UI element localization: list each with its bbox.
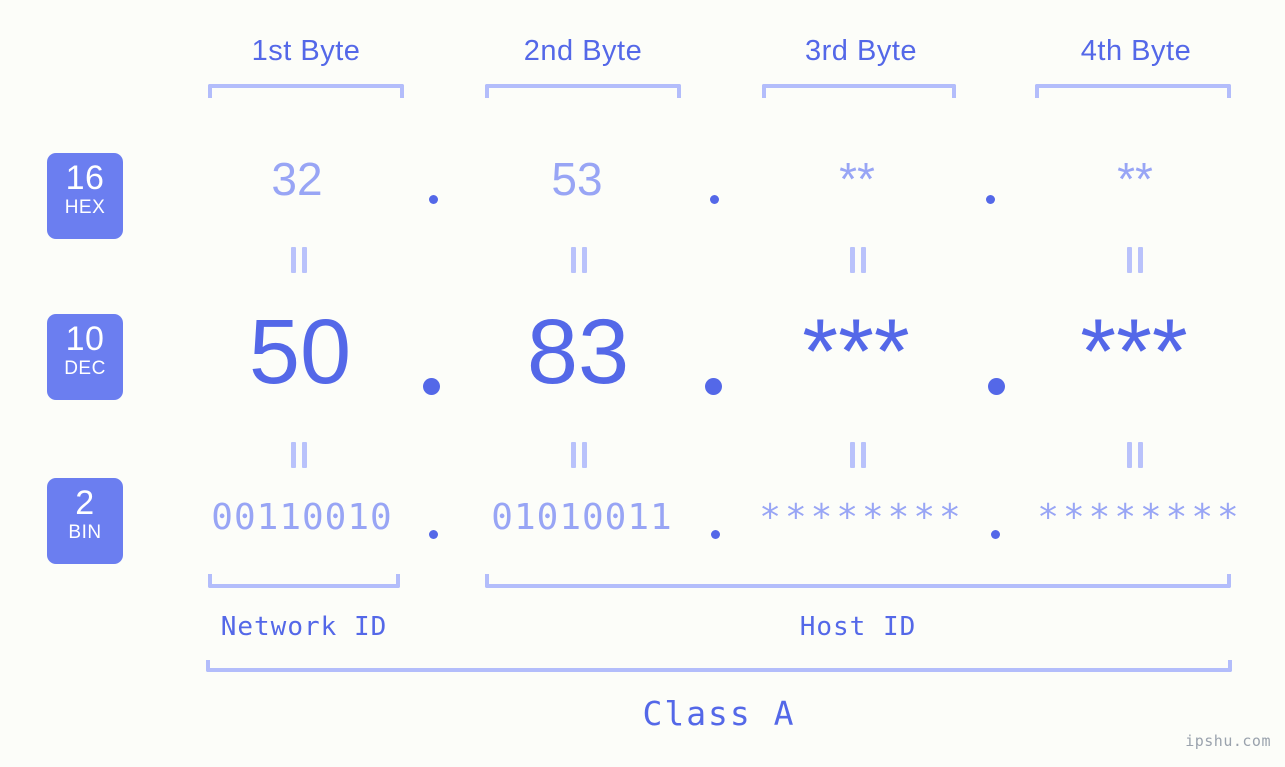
byte-header-4: 4th Byte xyxy=(1080,35,1192,67)
hex-separator-dot-1 xyxy=(429,195,438,204)
byte-header-2: 2nd Byte xyxy=(523,35,643,67)
radix-badge-dec-number: 10 xyxy=(65,320,105,358)
hex-byte-1-value: 32 xyxy=(271,153,323,205)
byte-bracket-3 xyxy=(762,84,956,98)
equals-sign-hex-dec-1 xyxy=(290,247,308,273)
site-watermark: ipshu.com xyxy=(1185,732,1271,750)
hex-byte-3-value: ** xyxy=(839,153,875,205)
equals-sign-dec-bin-2 xyxy=(570,442,588,468)
hex-byte-4-value: ** xyxy=(1117,153,1153,205)
dec-separator-dot-1 xyxy=(423,378,440,395)
radix-badge-hex-word: HEX xyxy=(64,197,106,218)
radix-badge-bin-word: BIN xyxy=(68,522,102,543)
hex-byte-2-value: 53 xyxy=(551,153,603,205)
network-id-label: Network ID xyxy=(220,612,388,642)
radix-badge-bin: 2 BIN xyxy=(47,478,123,564)
radix-badge-dec-word: DEC xyxy=(64,358,106,379)
bin-byte-4-value: ******** xyxy=(1037,497,1243,538)
equals-sign-hex-dec-4 xyxy=(1126,247,1144,273)
dec-byte-1-value: 50 xyxy=(248,301,352,403)
equals-sign-dec-bin-4 xyxy=(1126,442,1144,468)
radix-badge-hex: 16 HEX xyxy=(47,153,123,239)
hex-separator-dot-3 xyxy=(986,195,995,204)
byte-header-1: 1st Byte xyxy=(251,35,361,67)
bin-separator-dot-2 xyxy=(711,530,720,539)
equals-sign-dec-bin-1 xyxy=(290,442,308,468)
host-id-label: Host ID xyxy=(799,612,917,642)
host-id-bracket xyxy=(485,574,1231,588)
bin-byte-3-value: ******** xyxy=(759,497,965,538)
byte-header-3: 3rd Byte xyxy=(805,35,917,67)
dec-byte-2-value: 83 xyxy=(526,301,630,403)
dec-separator-dot-3 xyxy=(988,378,1005,395)
equals-sign-hex-dec-2 xyxy=(570,247,588,273)
radix-badge-bin-number: 2 xyxy=(75,484,95,522)
bin-separator-dot-3 xyxy=(991,530,1000,539)
byte-bracket-4 xyxy=(1035,84,1231,98)
hex-separator-dot-2 xyxy=(710,195,719,204)
equals-sign-hex-dec-3 xyxy=(849,247,867,273)
dec-separator-dot-2 xyxy=(705,378,722,395)
dec-byte-4-value: *** xyxy=(1080,301,1188,403)
radix-badge-hex-number: 16 xyxy=(65,159,105,197)
network-id-bracket xyxy=(208,574,400,588)
dec-byte-3-value: *** xyxy=(802,301,910,403)
ip-address-breakdown-diagram: 1st Byte 2nd Byte 3rd Byte 4th Byte 16 H… xyxy=(0,0,1285,767)
class-label: Class A xyxy=(642,694,796,733)
bin-byte-2-value: 01010011 xyxy=(491,497,673,538)
radix-badge-dec: 10 DEC xyxy=(47,314,123,400)
equals-sign-dec-bin-3 xyxy=(849,442,867,468)
bin-separator-dot-1 xyxy=(429,530,438,539)
byte-bracket-1 xyxy=(208,84,404,98)
bin-byte-1-value: 00110010 xyxy=(211,497,393,538)
byte-bracket-2 xyxy=(485,84,681,98)
class-bracket xyxy=(206,660,1232,672)
